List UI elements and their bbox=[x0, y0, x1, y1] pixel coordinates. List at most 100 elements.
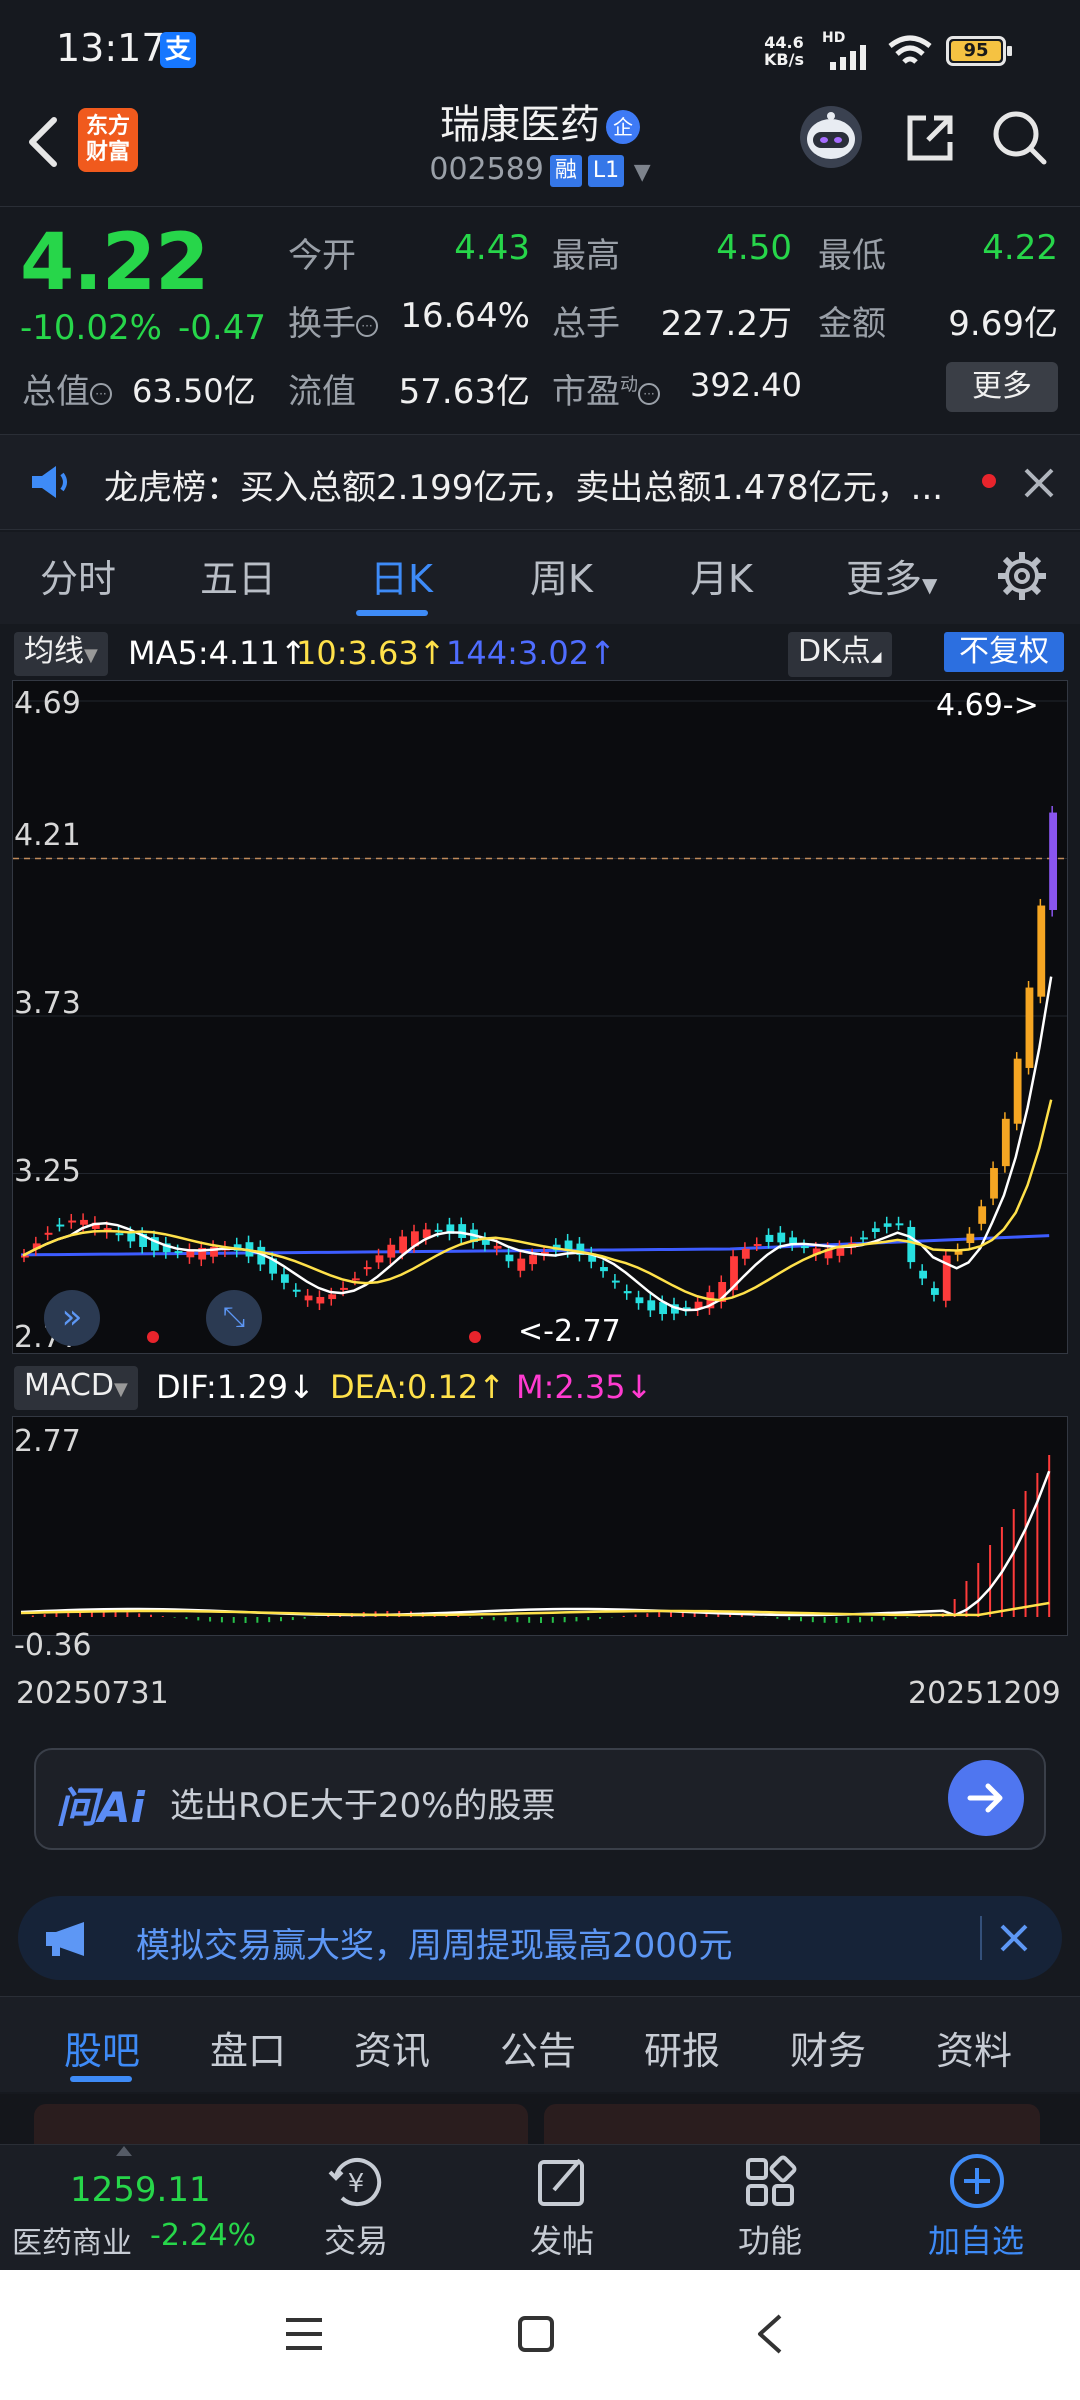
turnover-value: 16.64% bbox=[400, 296, 530, 336]
macd-y-top: 2.77 bbox=[14, 1424, 81, 1459]
candle-body bbox=[458, 1224, 467, 1239]
tab-monthly-k[interactable]: 月K bbox=[690, 548, 753, 603]
candle-body bbox=[1049, 812, 1057, 910]
candle-body bbox=[765, 1234, 774, 1242]
macd-chart[interactable] bbox=[12, 1416, 1068, 1636]
more-button[interactable]: 更多 bbox=[946, 362, 1058, 412]
ai-query[interactable]: 选出ROE大于20%的股票 bbox=[170, 1778, 555, 1827]
candle-body bbox=[363, 1267, 372, 1270]
function-label[interactable]: 功能 bbox=[700, 2216, 840, 2262]
candle-body bbox=[907, 1226, 916, 1263]
signal-dot bbox=[469, 1331, 481, 1343]
info-icon[interactable]: ··· bbox=[356, 314, 378, 337]
active-tab-indicator bbox=[70, 2076, 132, 2082]
high-value: 4.50 bbox=[716, 228, 792, 268]
sector-name[interactable]: 医药商业 bbox=[12, 2218, 132, 2262]
megaphone-icon bbox=[46, 1922, 84, 1956]
candle-body bbox=[68, 1220, 77, 1223]
fullscreen-icon[interactable]: ⤡ bbox=[206, 1290, 262, 1346]
info-icon[interactable]: ··· bbox=[90, 382, 112, 405]
tab-five-day[interactable]: 五日 bbox=[200, 548, 276, 603]
candle-body bbox=[351, 1278, 360, 1281]
tab-daily-k[interactable]: 日K bbox=[370, 548, 433, 603]
post-label[interactable]: 发帖 bbox=[492, 2216, 632, 2262]
candle-body bbox=[611, 1280, 620, 1283]
candle-body bbox=[493, 1245, 502, 1249]
trade-icon[interactable]: ¥ bbox=[326, 2154, 386, 2210]
macd-y-bottom: -0.36 bbox=[14, 1628, 92, 1663]
turnover-label: 换手 ··· bbox=[288, 296, 378, 345]
add-watchlist-label[interactable]: 加自选 bbox=[906, 2216, 1046, 2262]
tab-pankou[interactable]: 盘口 bbox=[210, 2020, 286, 2075]
search-icon[interactable] bbox=[990, 108, 1050, 168]
tab-news[interactable]: 资讯 bbox=[354, 2020, 430, 2075]
trade-label[interactable]: 交易 bbox=[286, 2216, 426, 2262]
stock-name: 瑞康医药 bbox=[440, 102, 600, 148]
back-triangle-icon[interactable] bbox=[752, 2312, 788, 2356]
kline-chart[interactable] bbox=[12, 680, 1068, 1354]
candle-body bbox=[1001, 1118, 1010, 1167]
network-speed: 44.6 KB/s bbox=[764, 34, 804, 68]
candle-body bbox=[316, 1296, 325, 1304]
dk-point-select[interactable]: DK点◢ bbox=[788, 632, 892, 677]
close-icon[interactable] bbox=[998, 1922, 1030, 1954]
ma10-value: 10:3.63↑ bbox=[296, 634, 446, 672]
float-cap-label: 流值 bbox=[288, 372, 356, 412]
tab-more[interactable]: 更多▼ bbox=[846, 548, 937, 603]
ma10-line bbox=[22, 1099, 1053, 1302]
open-label: 今开 bbox=[288, 236, 356, 276]
tab-profile[interactable]: 资料 bbox=[936, 2020, 1012, 2075]
ma-indicator-select[interactable]: 均线▼ bbox=[14, 632, 108, 676]
candle-body bbox=[505, 1254, 514, 1262]
candle-body bbox=[387, 1244, 396, 1258]
candle-body bbox=[801, 1246, 809, 1249]
function-grid-icon[interactable] bbox=[742, 2154, 798, 2210]
candle-body bbox=[399, 1236, 407, 1253]
margin-tag: 融 bbox=[549, 154, 582, 187]
gear-icon[interactable] bbox=[996, 550, 1048, 602]
tab-guba[interactable]: 股吧 bbox=[64, 2020, 140, 2075]
tab-research[interactable]: 研报 bbox=[644, 2020, 720, 2075]
post-icon[interactable] bbox=[534, 2154, 590, 2210]
battery-level: 95 bbox=[951, 41, 1001, 61]
notice-text[interactable]: 龙虎榜：买入总额2.199亿元，卖出总额1.478亿元，... bbox=[104, 460, 954, 509]
amount-value: 9.69亿 bbox=[948, 304, 1058, 344]
kline-svg bbox=[13, 700, 1067, 1343]
promo-text[interactable]: 模拟交易赢大奖，周周提现最高2000元 bbox=[136, 1918, 733, 1967]
unread-dot bbox=[982, 474, 996, 488]
macd-svg bbox=[20, 1455, 1051, 1623]
tab-weekly-k[interactable]: 周K bbox=[530, 548, 593, 603]
no-adjust-button[interactable]: 不复权 bbox=[944, 632, 1064, 672]
candle-body bbox=[292, 1289, 301, 1292]
dropdown-arrow-icon: ▼ bbox=[84, 645, 98, 666]
tab-announcements[interactable]: 公告 bbox=[500, 2020, 576, 2075]
ai-robot-icon[interactable] bbox=[800, 106, 862, 168]
sector-index-value[interactable]: 1259.11 bbox=[70, 2170, 211, 2210]
high-label: 最高 bbox=[552, 236, 620, 276]
status-time: 13:17 bbox=[56, 26, 166, 70]
menu-icon[interactable] bbox=[282, 2314, 326, 2354]
info-icon[interactable]: ··· bbox=[638, 382, 660, 405]
expand-left-icon[interactable]: » bbox=[44, 1290, 100, 1346]
pe-value: 392.40 bbox=[690, 366, 802, 404]
tab-intraday[interactable]: 分时 bbox=[40, 548, 116, 603]
ma5-line bbox=[22, 976, 1053, 1312]
ma5-value: MA5:4.11↑ bbox=[128, 634, 307, 672]
candle-body bbox=[529, 1255, 537, 1265]
home-square-icon[interactable] bbox=[516, 2314, 556, 2354]
sector-change[interactable]: -2.24% bbox=[150, 2218, 256, 2253]
y-axis-label-mid: 3.73 bbox=[14, 986, 81, 1021]
ai-submit-button[interactable] bbox=[948, 1760, 1024, 1836]
close-icon[interactable] bbox=[1022, 466, 1056, 500]
macd-indicator-select[interactable]: MACD▼ bbox=[14, 1366, 138, 1410]
pe-label: 市盈动 ··· bbox=[552, 364, 660, 413]
candle-body bbox=[56, 1224, 65, 1227]
open-value: 4.43 bbox=[454, 228, 530, 268]
candle-body bbox=[328, 1294, 337, 1300]
candle-body bbox=[1037, 905, 1046, 997]
candle-body bbox=[44, 1232, 53, 1235]
add-circle-icon[interactable] bbox=[948, 2152, 1006, 2210]
candle-body bbox=[340, 1287, 348, 1290]
share-icon[interactable] bbox=[900, 108, 960, 168]
tab-finance[interactable]: 财务 bbox=[790, 2020, 866, 2075]
